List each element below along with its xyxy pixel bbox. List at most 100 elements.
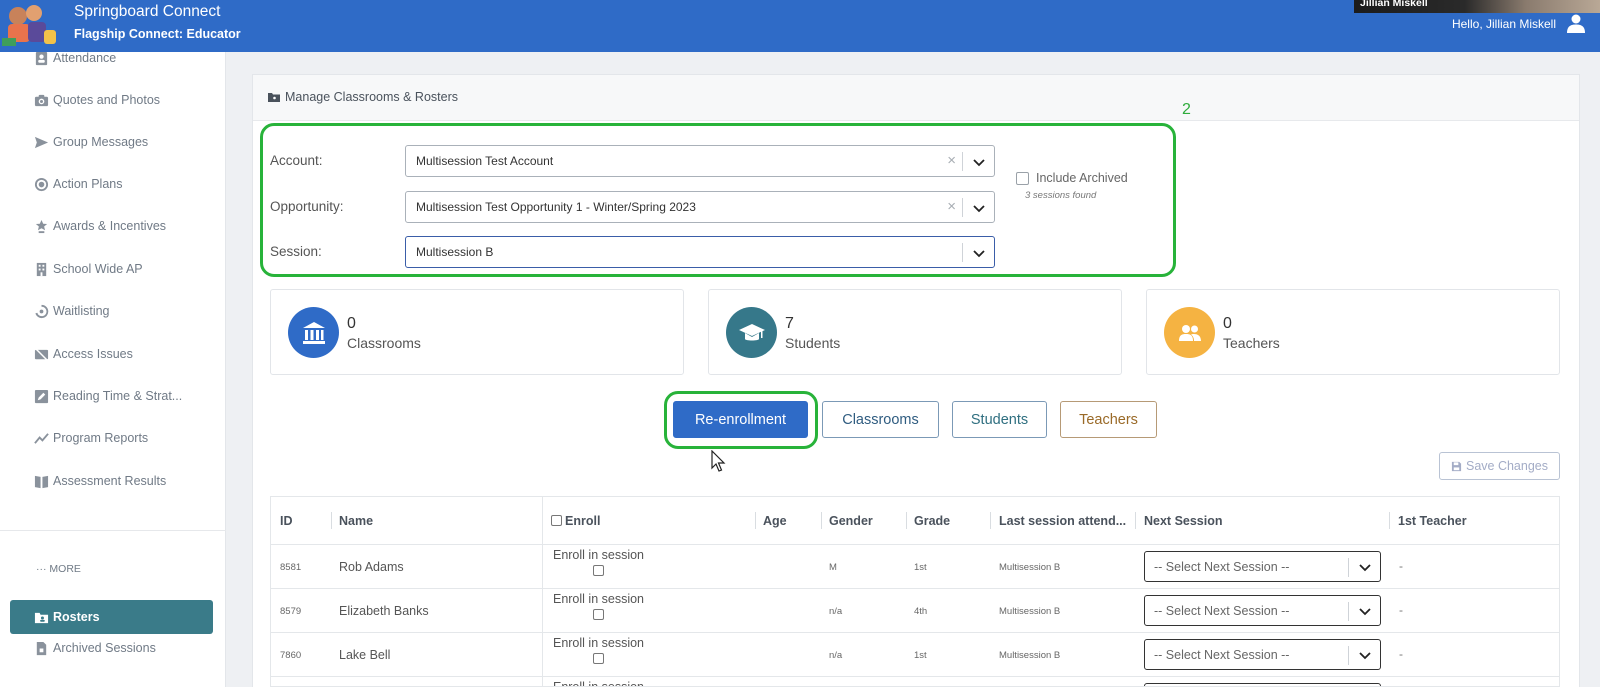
next-session-placeholder: -- Select Next Session -- (1154, 648, 1290, 662)
teachers-stat-card: 0 Teachers (1146, 289, 1560, 375)
table-row: 7860 Lake Bell Enroll in session n/a 1st… (271, 632, 1559, 676)
enroll-checkbox[interactable] (593, 653, 604, 664)
session-value: Multisession B (416, 245, 494, 259)
column-header-grade[interactable]: Grade (914, 497, 950, 544)
enroll-cell: Enroll in session (551, 548, 646, 576)
include-archived-label[interactable]: Include Archived (1036, 171, 1128, 185)
column-header-name[interactable]: Name (339, 497, 373, 544)
student-name[interactable]: Rob Adams (339, 545, 404, 589)
annotation-number: 2 (1182, 101, 1191, 118)
video-participant-name: Jillian Miskell (1360, 0, 1428, 9)
account-select[interactable]: Multisession Test Account × (405, 145, 995, 177)
classrooms-stat-card: 0 Classrooms (270, 289, 684, 375)
sessions-found-text: 3 sessions found (1025, 190, 1097, 201)
opportunity-label: Opportunity: (270, 199, 344, 214)
clear-icon[interactable]: × (947, 198, 956, 215)
chevron-down-icon[interactable] (1358, 560, 1372, 574)
sidebar-item-label: Reading Time & Strat... (53, 389, 183, 403)
table-row: 8579 Elizabeth Banks Enroll in session n… (271, 588, 1559, 632)
sidebar-item-reading-time[interactable]: Reading Time & Strat... (34, 384, 182, 408)
user-icon[interactable] (1566, 13, 1586, 33)
column-header-last-session[interactable]: Last session attend... (999, 497, 1126, 544)
sidebar-item-school-wide-ap[interactable]: School Wide AP (34, 257, 143, 281)
student-name[interactable]: Lake Bell (339, 633, 390, 677)
enroll-cell: Enroll in session (551, 636, 646, 664)
students-stat-card: 7 Students (708, 289, 1122, 375)
sidebar-item-label: Action Plans (53, 177, 123, 191)
springboard-logo[interactable] (0, 0, 62, 48)
opportunity-select[interactable]: Multisession Test Opportunity 1 - Winter… (405, 191, 995, 223)
column-header-enroll[interactable]: Enroll (551, 497, 600, 544)
chevron-down-icon[interactable] (972, 246, 986, 260)
clear-icon[interactable]: × (947, 152, 956, 169)
sidebar-divider (0, 530, 226, 531)
enroll-checkbox[interactable] (593, 565, 604, 576)
column-header-age[interactable]: Age (763, 497, 787, 544)
chevron-down-icon[interactable] (1358, 648, 1372, 662)
opportunity-value: Multisession Test Opportunity 1 - Winter… (416, 200, 696, 214)
account-value: Multisession Test Account (416, 154, 554, 168)
chevron-down-icon[interactable] (972, 155, 986, 169)
tab-teachers[interactable]: Teachers (1060, 401, 1157, 438)
column-header-first-teacher[interactable]: 1st Teacher (1398, 497, 1467, 544)
sidebar-item-archived-sessions[interactable]: Archived Sessions (34, 636, 156, 660)
tab-reenrollment[interactable]: Re-enrollment (673, 401, 808, 438)
sidebar-item-label: Waitlisting (53, 304, 110, 318)
enroll-cell-label: Enroll in session (552, 592, 644, 606)
enroll-checkbox[interactable] (593, 609, 604, 620)
tab-students[interactable]: Students (952, 401, 1047, 438)
sidebar-item-group-messages[interactable]: Group Messages (34, 130, 148, 154)
sidebar-item-rosters[interactable]: Rosters (10, 600, 213, 634)
next-session-select[interactable]: -- Select Next Session -- (1144, 595, 1381, 626)
top-header: Springboard Connect Flagship Connect: Ed… (0, 0, 1600, 52)
next-session-select[interactable] (1144, 683, 1381, 686)
include-archived-checkbox[interactable] (1016, 172, 1029, 185)
chevron-down-icon[interactable] (972, 201, 986, 215)
teachers-stat-label: Teachers (1223, 335, 1280, 351)
app-title: Springboard Connect (74, 3, 221, 20)
session-select[interactable]: Multisession B (405, 236, 995, 268)
tab-classrooms[interactable]: Classrooms (822, 401, 939, 438)
sidebar-item-attendance[interactable]: Attendance (34, 46, 116, 70)
students-count: 7 (785, 315, 794, 332)
student-id: 8581 (280, 561, 302, 573)
institution-icon (303, 322, 325, 344)
student-last-session: Multisession B (999, 649, 1061, 661)
next-session-select[interactable]: -- Select Next Session -- (1144, 551, 1381, 582)
enroll-all-checkbox[interactable] (551, 515, 562, 526)
student-name[interactable]: Elizabeth Banks (339, 589, 429, 633)
sidebar-item-awards[interactable]: Awards & Incentives (34, 214, 166, 238)
classrooms-stat-label: Classrooms (347, 335, 421, 351)
column-header-next-session[interactable]: Next Session (1144, 497, 1223, 544)
page-title: Manage Classrooms & Rosters (285, 90, 458, 104)
sidebar-more-toggle[interactable]: ··· MORE (36, 563, 81, 575)
sidebar-item-label: Awards & Incentives (53, 219, 167, 233)
target-icon (34, 177, 49, 191)
book-icon (34, 475, 49, 488)
column-header-gender[interactable]: Gender (829, 497, 873, 544)
sidebar-item-waitlisting[interactable]: Waitlisting (34, 299, 110, 323)
chevron-down-icon[interactable] (1358, 604, 1372, 618)
sidebar-item-quotes-photos[interactable]: Quotes and Photos (34, 88, 160, 112)
user-greeting[interactable]: Hello, Jillian Miskell (1452, 17, 1556, 31)
sidebar-item-action-plans[interactable]: Action Plans (34, 172, 122, 196)
next-session-select[interactable]: -- Select Next Session -- (1144, 639, 1381, 670)
header-separator (821, 512, 822, 529)
enroll-header-label: Enroll (565, 513, 601, 528)
enroll-cell-label: Enroll in session (552, 680, 644, 687)
next-session-placeholder: -- Select Next Session -- (1154, 560, 1290, 574)
select-separator (1348, 558, 1349, 577)
sidebar-item-program-reports[interactable]: Program Reports (34, 426, 148, 450)
sidebar: Attendance Quotes and Photos Group Messa… (0, 51, 226, 687)
student-last-session: Multisession B (999, 605, 1061, 617)
sidebar-item-access-issues[interactable]: Access Issues (34, 342, 133, 366)
access-icon (34, 347, 49, 361)
sidebar-item-assessment-results[interactable]: Assessment Results (34, 469, 166, 493)
enroll-cell-label: Enroll in session (552, 548, 644, 562)
select-separator (962, 243, 963, 262)
header-separator (990, 512, 991, 529)
students-stat-label: Students (785, 335, 841, 351)
column-header-id[interactable]: ID (280, 497, 293, 544)
student-gender: n/a (829, 649, 843, 661)
save-changes-button[interactable]: Save Changes (1439, 452, 1560, 480)
